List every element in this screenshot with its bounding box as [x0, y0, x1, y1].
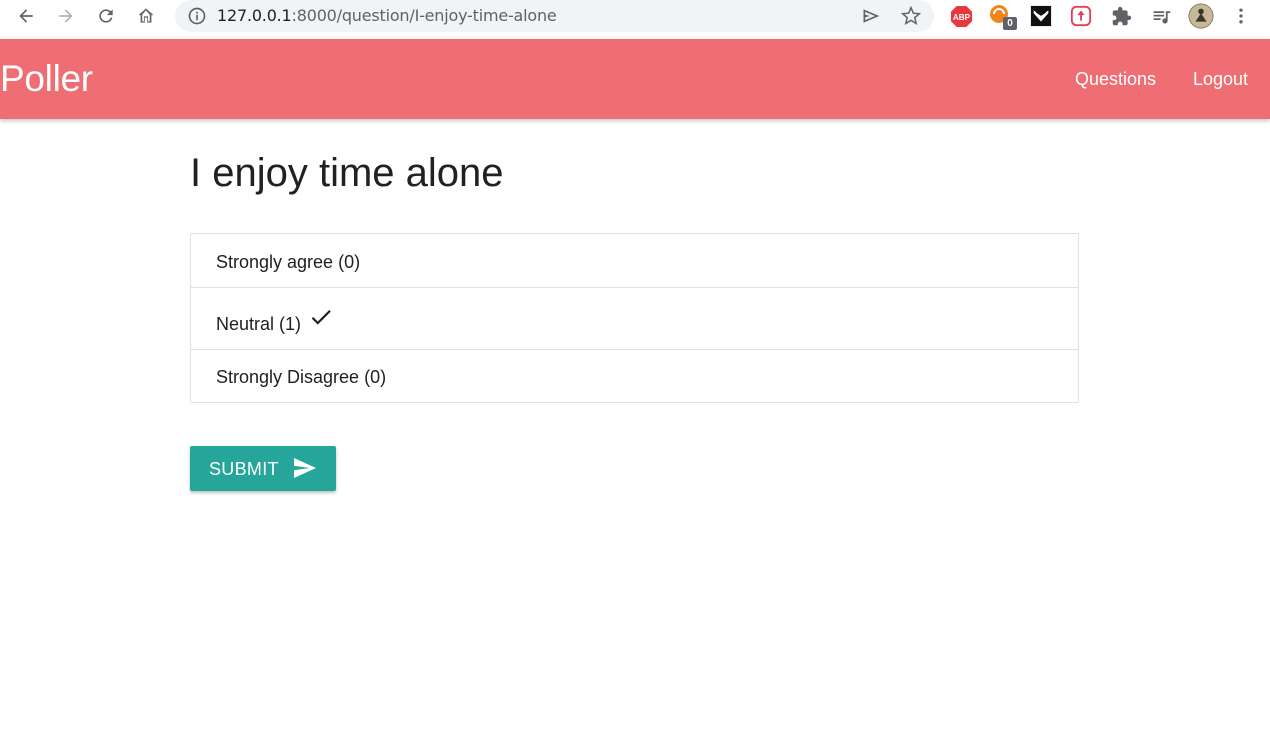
arrow-left-icon: [19, 9, 33, 23]
browser-toolbar: 127.0.0.1:8000/question/I-enjoy-time-alo…: [0, 0, 1270, 39]
choice-item-neutral[interactable]: Neutral (1): [191, 288, 1078, 350]
choice-item-strongly-disagree[interactable]: Strongly Disagree (0): [191, 350, 1078, 402]
more-vertical-icon: [1239, 8, 1243, 24]
bookmark-star-icon[interactable]: [901, 6, 921, 26]
nav-link-logout[interactable]: Logout: [1193, 68, 1248, 90]
puzzle-icon: [1112, 6, 1131, 25]
url-host: 127.0.0.1: [217, 6, 292, 25]
url-text[interactable]: 127.0.0.1:8000/question/I-enjoy-time-alo…: [217, 6, 557, 26]
arrow-right-icon: [59, 9, 73, 23]
brand-logo[interactable]: Poller: [0, 57, 93, 101]
send-icon: [294, 458, 316, 478]
adblock-label: ABP: [952, 12, 970, 21]
extensions-button[interactable]: [1108, 3, 1134, 29]
shield-extension[interactable]: [1028, 3, 1054, 29]
reload-button[interactable]: [90, 0, 122, 32]
check-icon: [311, 310, 331, 325]
submit-button[interactable]: SUBMIT: [190, 446, 336, 491]
adblock-extension[interactable]: ABP: [948, 3, 974, 29]
reading-list-button[interactable]: [1148, 3, 1174, 29]
info-icon[interactable]: [187, 6, 207, 26]
choice-list: Strongly agree (0) Neutral (1) Strongly …: [190, 233, 1079, 403]
nav-link-questions[interactable]: Questions: [1075, 68, 1156, 90]
address-bar[interactable]: 127.0.0.1:8000/question/I-enjoy-time-alo…: [175, 0, 934, 32]
shield-icon: [1030, 5, 1052, 27]
upload-icon: [1070, 5, 1092, 27]
home-button[interactable]: [130, 0, 162, 32]
home-icon: [138, 8, 154, 23]
choice-label: Neutral (1): [216, 314, 302, 334]
extension-badge: 0: [1003, 17, 1017, 30]
reload-icon: [99, 9, 113, 23]
adblock-icon: ABP: [950, 5, 972, 27]
upload-extension[interactable]: [1068, 3, 1094, 29]
url-path: :8000/question/I-enjoy-time-alone: [291, 6, 557, 25]
forward-button[interactable]: [50, 0, 82, 32]
app-navbar: Poller Questions Logout: [0, 39, 1270, 119]
choice-label: Strongly agree (0): [216, 252, 361, 272]
honey-extension[interactable]: 0: [988, 3, 1017, 30]
choice-label: Strongly Disagree (0): [216, 367, 387, 387]
choice-item-strongly-agree[interactable]: Strongly agree (0): [191, 234, 1078, 288]
profile-avatar[interactable]: [1188, 3, 1214, 29]
playlist-icon: [1153, 10, 1170, 24]
question-title: I enjoy time alone: [190, 151, 504, 195]
avatar-icon: [1188, 3, 1214, 29]
browser-menu-button[interactable]: [1228, 3, 1254, 29]
back-button[interactable]: [10, 0, 42, 32]
submit-label: SUBMIT: [209, 459, 279, 479]
send-tab-icon[interactable]: [861, 6, 881, 26]
